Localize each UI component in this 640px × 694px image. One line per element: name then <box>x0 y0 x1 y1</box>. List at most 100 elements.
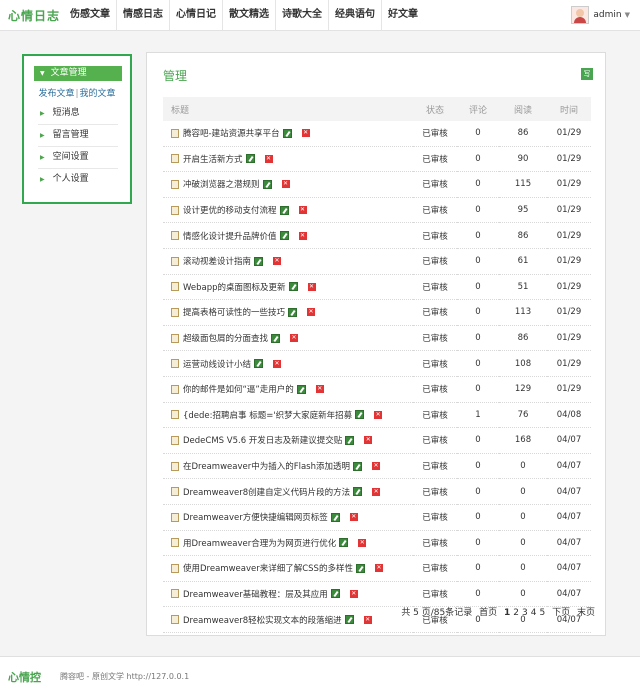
delete-icon[interactable]: ✕ <box>307 308 316 317</box>
delete-icon[interactable]: ✕ <box>298 206 307 215</box>
edit-icon[interactable] <box>279 231 289 241</box>
delete-icon[interactable]: ✕ <box>374 410 383 419</box>
edit-icon[interactable] <box>330 589 340 599</box>
col-comments: 评论 <box>457 97 499 121</box>
delete-icon[interactable]: ✕ <box>273 257 282 266</box>
article-title-link[interactable]: {dede:招聘启事 标题='织梦大家庭新年招募 <box>183 411 352 421</box>
page-2[interactable]: 2 <box>513 608 519 618</box>
col-time: 时间 <box>547 97 591 121</box>
article-title-link[interactable]: 提高表格可读性的一些技巧 <box>183 308 285 318</box>
article-title-link[interactable]: 运营动线设计小结 <box>183 360 251 370</box>
edit-icon[interactable] <box>288 282 298 292</box>
delete-icon[interactable]: ✕ <box>358 538 367 547</box>
delete-icon[interactable]: ✕ <box>363 615 372 624</box>
article-title-link[interactable]: 冲破浏览器之潜规则 <box>183 180 260 190</box>
article-title-link[interactable]: 用Dreamweaver合理为为网页进行优化 <box>183 539 336 549</box>
edit-icon[interactable] <box>254 256 264 266</box>
article-title-link[interactable]: 你的邮件是如何“逼”走用户的 <box>183 385 294 395</box>
edit-icon[interactable] <box>245 154 255 164</box>
article-title-link[interactable]: Webapp的桌面图标及更新 <box>183 283 286 293</box>
article-title-link[interactable]: 在Dreamweaver中为插入的Flash添加透明 <box>183 462 350 472</box>
article-title-link[interactable]: DedeCMS V5.6 开发日志及新建议提交贴 <box>183 436 342 446</box>
sidebar-section-article-manage[interactable]: ▼ 文章管理 <box>34 66 122 81</box>
edit-icon[interactable] <box>353 487 363 497</box>
footer-logo[interactable]: 心情控 <box>8 669 41 685</box>
page-4[interactable]: 4 <box>531 608 537 618</box>
edit-icon[interactable] <box>355 410 365 420</box>
edit-icon[interactable] <box>355 563 365 573</box>
edit-icon[interactable] <box>353 461 362 471</box>
article-title-link[interactable]: Dreamweaver基础教程：层及其应用 <box>183 590 328 600</box>
delete-icon[interactable]: ✕ <box>372 462 380 471</box>
delete-icon[interactable]: ✕ <box>301 129 310 138</box>
next-page-link[interactable]: 下页 <box>552 608 570 618</box>
site-logo[interactable]: 心情日志 <box>8 7 60 24</box>
article-title-link[interactable]: 使用Dreamweaver来详细了解CSS的多样性 <box>183 564 353 574</box>
nav-item-4[interactable]: 散文精选 <box>223 0 276 30</box>
edit-icon[interactable] <box>344 615 354 625</box>
article-title-link[interactable]: 情感化设计提升品牌价值 <box>183 232 277 242</box>
delete-icon[interactable]: ✕ <box>264 154 273 163</box>
article-title-link[interactable]: 滚动视差设计指南 <box>183 257 251 267</box>
edit-icon[interactable] <box>288 307 298 317</box>
nav-item-3[interactable]: 心情日记 <box>170 0 223 30</box>
nav-item-6[interactable]: 经典语句 <box>329 0 382 30</box>
my-articles-link[interactable]: 我的文章 <box>80 89 116 99</box>
delete-icon[interactable]: ✕ <box>290 334 299 343</box>
sidebar-item-messages[interactable]: ▶ 短消息 <box>38 103 118 125</box>
edit-icon[interactable] <box>271 333 281 343</box>
edit-icon[interactable] <box>296 384 306 394</box>
edit-icon[interactable] <box>262 179 272 189</box>
last-page-link[interactable]: 末页 <box>577 608 595 618</box>
nav-item-5[interactable]: 诗歌大全 <box>276 0 329 30</box>
nav-item-7[interactable]: 好文章 <box>382 0 424 30</box>
row-time: 04/07 <box>547 530 591 557</box>
article-title-link[interactable]: 腾容吧-建站资源共享平台 <box>183 129 280 139</box>
write-button[interactable]: 写 <box>581 68 593 80</box>
row-time: 04/07 <box>547 478 591 505</box>
pagination-summary: 共 5 页/85条记录 <box>401 608 473 618</box>
row-title-cell: Dreamweaver8轻松实现文本的段落缩进 ✕ <box>163 606 413 633</box>
page-3[interactable]: 3 <box>522 608 528 618</box>
publish-article-link[interactable]: 发布文章 <box>38 89 74 99</box>
article-title-link[interactable]: 设计更优的移动支付流程 <box>183 206 277 216</box>
row-title-cell: 你的邮件是如何“逼”走用户的 ✕ <box>163 376 413 403</box>
avatar[interactable] <box>571 6 590 24</box>
delete-icon[interactable]: ✕ <box>315 385 324 394</box>
username[interactable]: admin <box>593 10 621 20</box>
row-time: 01/29 <box>547 299 591 326</box>
first-page-link[interactable]: 首页 <box>479 608 497 618</box>
delete-icon[interactable]: ✕ <box>364 436 373 445</box>
edit-icon[interactable] <box>282 128 292 138</box>
sidebar-item-guestbook[interactable]: ▶ 留言管理 <box>38 125 118 147</box>
article-title-link[interactable]: 开启生活新方式 <box>183 155 243 165</box>
edit-icon[interactable] <box>254 359 264 369</box>
delete-icon[interactable]: ✕ <box>281 180 290 189</box>
page-1[interactable]: 1 <box>504 608 510 618</box>
table-row: 提高表格可读性的一些技巧 ✕ 已审核 0 113 01/29 <box>163 299 591 326</box>
delete-icon[interactable]: ✕ <box>349 589 358 598</box>
delete-icon[interactable]: ✕ <box>349 513 358 522</box>
article-title-link[interactable]: 超级面包屑的分面查找 <box>183 334 268 344</box>
page-5[interactable]: 5 <box>539 608 545 618</box>
delete-icon[interactable]: ✕ <box>273 359 282 368</box>
article-title-link[interactable]: Dreamweaver方便快捷编辑网页标签 <box>183 513 328 523</box>
nav-item-2[interactable]: 情感日志 <box>117 0 170 30</box>
delete-icon[interactable]: ✕ <box>372 487 381 496</box>
edit-icon[interactable] <box>339 538 349 548</box>
row-status: 已审核 <box>413 171 457 198</box>
user-menu[interactable]: admin ▼ <box>571 6 630 24</box>
sidebar-item-space-settings[interactable]: ▶ 空间设置 <box>38 147 118 169</box>
nav-item-1[interactable]: 伤感文章 <box>64 0 117 30</box>
delete-icon[interactable]: ✕ <box>298 231 307 240</box>
edit-icon[interactable] <box>330 512 340 522</box>
delete-icon[interactable]: ✕ <box>307 282 316 291</box>
article-title-link[interactable]: Dreamweaver8创建自定义代码片段的方法 <box>183 488 350 498</box>
edit-icon[interactable] <box>345 435 355 445</box>
edit-icon[interactable] <box>279 205 289 215</box>
row-status: 已审核 <box>413 350 457 377</box>
chevron-down-icon[interactable]: ▼ <box>625 11 630 19</box>
delete-icon[interactable]: ✕ <box>374 564 383 573</box>
sidebar-item-personal-settings[interactable]: ▶ 个人设置 <box>38 169 118 190</box>
article-title-link[interactable]: Dreamweaver8轻松实现文本的段落缩进 <box>183 616 342 626</box>
